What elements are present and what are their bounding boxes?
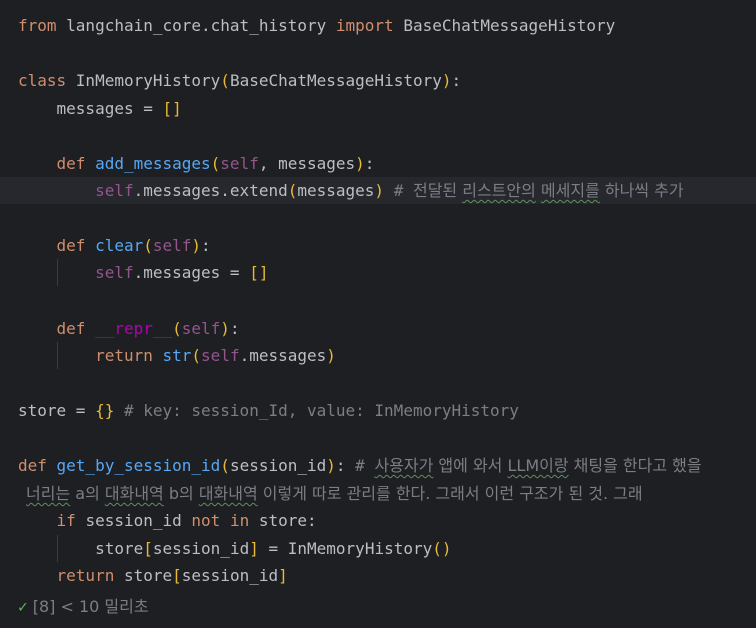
code-line-1: from langchain_core.chat_history import … xyxy=(18,16,616,35)
execution-status: ✓ [8] < 10 밀리초 xyxy=(18,593,149,620)
code-line-4: messages = [] xyxy=(56,99,182,118)
code-line-15: store = {} # key: session_Id, value: InM… xyxy=(18,401,519,420)
code-editor[interactable]: from langchain_core.chat_history import … xyxy=(0,0,756,628)
code-line-9: def clear(self): xyxy=(56,236,211,255)
checkmark-icon: ✓ xyxy=(18,597,28,616)
code-line-17: def get_by_session_id(session_id): # 사용자… xyxy=(18,456,702,475)
code-line-7-current: self.messages.extend(messages) # 전달된 리스트… xyxy=(0,177,756,204)
code-line-6: def add_messages(self, messages): xyxy=(56,154,375,173)
code-line-12: def __repr__(self): xyxy=(56,319,240,338)
code-line-3: class InMemoryHistory(BaseChatMessageHis… xyxy=(18,71,462,90)
code-line-18: if session_id not in store: xyxy=(56,511,317,530)
code-line-19: store[session_id] = InMemoryHistory() xyxy=(95,539,452,558)
code-line-10: self.messages = [] xyxy=(95,263,269,282)
code-line-20: return store[session_id] xyxy=(56,566,288,585)
execution-time-label: [8] < 10 밀리초 xyxy=(27,597,149,616)
code-line-13: return str(self.messages) xyxy=(95,346,336,365)
code-line-17-wrap: 너리는 a의 대화내역 b의 대화내역 이렇게 따로 관리를 한다. 그래서 이… xyxy=(26,484,643,503)
